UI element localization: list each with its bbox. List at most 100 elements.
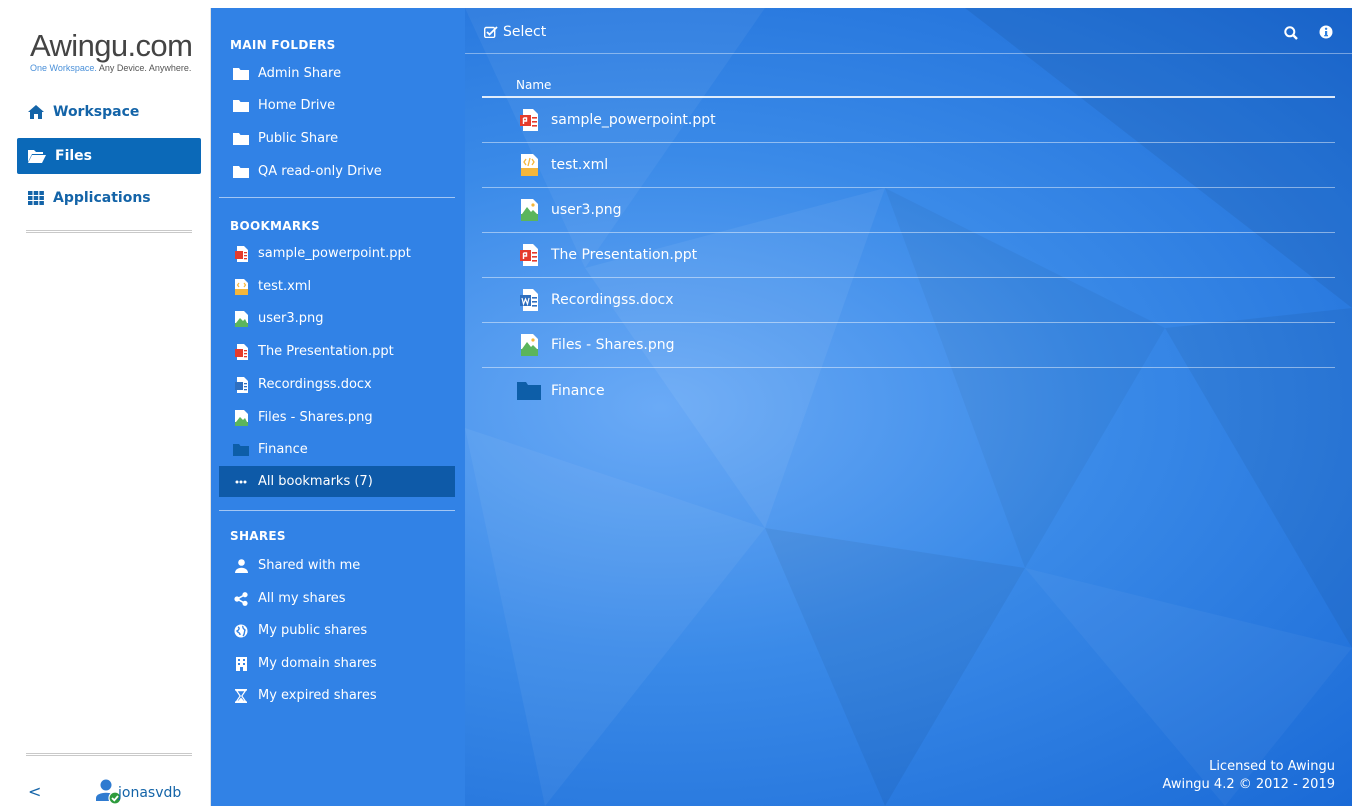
bookmark-item[interactable]: Finance [219,434,455,465]
user-bar: < jonasvdb [8,778,211,806]
license-text: Licensed to Awingu [1209,759,1335,774]
xml-file-icon [521,154,538,176]
powerpoint-file-icon [520,244,538,266]
file-row[interactable]: The Presentation.ppt [482,233,1335,278]
nav-workspace-label: Workspace [53,104,140,120]
folder-icon [233,443,249,456]
section-shares: SHARES [230,529,286,543]
bookmark-label: Files - Shares.png [258,410,373,425]
bookmark-item[interactable]: user3.png [219,303,455,334]
folder-item[interactable]: Admin Share [219,58,455,89]
powerpoint-file-icon [234,245,248,262]
folder-icon [233,166,249,178]
sidebar-divider [26,230,192,233]
bookmark-item[interactable]: Recordingss.docx [219,369,455,400]
png-file-icon [521,334,538,356]
info-icon[interactable] [1319,25,1333,39]
logo-tagline: One Workspace. Any Device. Anywhere. [30,63,191,73]
word-file-icon [234,376,248,393]
left-sidebar: Awingu.com One Workspace. Any Device. An… [8,8,211,806]
shares-label: Shared with me [258,558,361,573]
shares-label: All my shares [258,591,346,606]
folder-icon [517,381,541,400]
folder-item[interactable]: Home Drive [219,90,455,121]
shares-item-my-domain-shares[interactable]: My domain shares [219,648,455,679]
collapse-sidebar-button[interactable]: < [28,782,41,801]
file-name: The Presentation.ppt [551,247,698,263]
search-icon[interactable] [1284,26,1298,40]
shares-item-shared-with-me[interactable]: Shared with me [219,550,455,581]
panel-divider [219,197,455,198]
file-row[interactable]: user3.png [482,188,1335,233]
section-main-folders: MAIN FOLDERS [230,38,336,52]
folder-label: Public Share [258,131,339,146]
folder-icon [233,100,249,112]
shares-label: My public shares [258,623,368,638]
file-name: Finance [551,382,605,399]
png-file-icon [234,409,248,426]
bookmark-item[interactable]: sample_powerpoint.ppt [219,238,455,269]
globe-icon [234,624,248,637]
checkbox-icon [484,26,498,38]
version-text: Awingu 4.2 © 2012 - 2019 [1162,777,1335,792]
section-bookmarks: BOOKMARKS [230,219,320,233]
powerpoint-file-icon [520,109,538,131]
select-label: Select [503,24,547,40]
bookmark-item[interactable]: The Presentation.ppt [219,336,455,367]
nav-files-label: Files [55,148,92,164]
panel-divider [219,510,455,511]
all-bookmarks-label: All bookmarks (7) [258,474,373,489]
all-bookmarks-item[interactable]: All bookmarks (7) [219,466,455,497]
file-name: Files - Shares.png [551,337,675,353]
folder-item[interactable]: Public Share [219,123,455,154]
more-icon [235,480,247,483]
word-file-icon [520,289,538,311]
nav-applications[interactable]: Applications [17,180,201,216]
tagline-rest: Any Device. Anywhere. [96,63,192,73]
toolbar: Select [465,8,1352,54]
shares-label: My expired shares [258,688,377,703]
file-row[interactable]: test.xml [482,143,1335,188]
powerpoint-file-icon [234,343,248,360]
column-header-label: Name [516,78,552,92]
shares-label: My domain shares [258,656,377,671]
folder-label: Home Drive [258,98,336,113]
home-icon [28,105,44,119]
png-file-icon [521,199,538,221]
file-name: Recordingss.docx [551,292,674,308]
grid-icon [28,191,44,205]
folder-icon [233,68,249,80]
bookmark-label: The Presentation.ppt [258,344,394,359]
folder-item[interactable]: QA read-only Drive [219,156,455,187]
file-row[interactable]: sample_powerpoint.ppt [482,98,1335,143]
user-icon [234,558,248,573]
bookmark-item[interactable]: test.xml [219,271,455,302]
file-name: user3.png [551,202,622,218]
hourglass-icon [235,688,247,703]
shares-item-all-my-shares[interactable]: All my shares [219,583,455,614]
file-row[interactable]: Finance [482,368,1335,413]
bookmark-label: Finance [258,442,308,457]
folder-label: QA read-only Drive [258,164,382,179]
bookmark-label: Recordingss.docx [258,377,372,392]
awingu-logo: Awingu.com [30,28,193,63]
nav-applications-label: Applications [53,190,151,206]
select-button[interactable]: Select [484,24,546,40]
building-icon [235,656,247,671]
nav-workspace[interactable]: Workspace [17,94,201,130]
bookmark-item[interactable]: Files - Shares.png [219,402,455,433]
bookmark-label: test.xml [258,279,312,294]
file-row[interactable]: Files - Shares.png [482,323,1335,368]
shares-item-my-expired-shares[interactable]: My expired shares [219,680,455,711]
column-header-name[interactable]: Name [482,78,1335,98]
file-row[interactable]: Recordingss.docx [482,278,1335,323]
username[interactable]: jonasvdb [118,785,181,801]
file-name: test.xml [551,157,609,173]
xml-file-icon [234,278,248,295]
share-icon [234,591,248,606]
shares-item-my-public-shares[interactable]: My public shares [219,615,455,646]
tagline-accent: One Workspace. [30,63,97,73]
sidebar-divider-bottom [26,753,192,756]
folder-label: Admin Share [258,66,342,81]
nav-files[interactable]: Files [17,138,201,174]
